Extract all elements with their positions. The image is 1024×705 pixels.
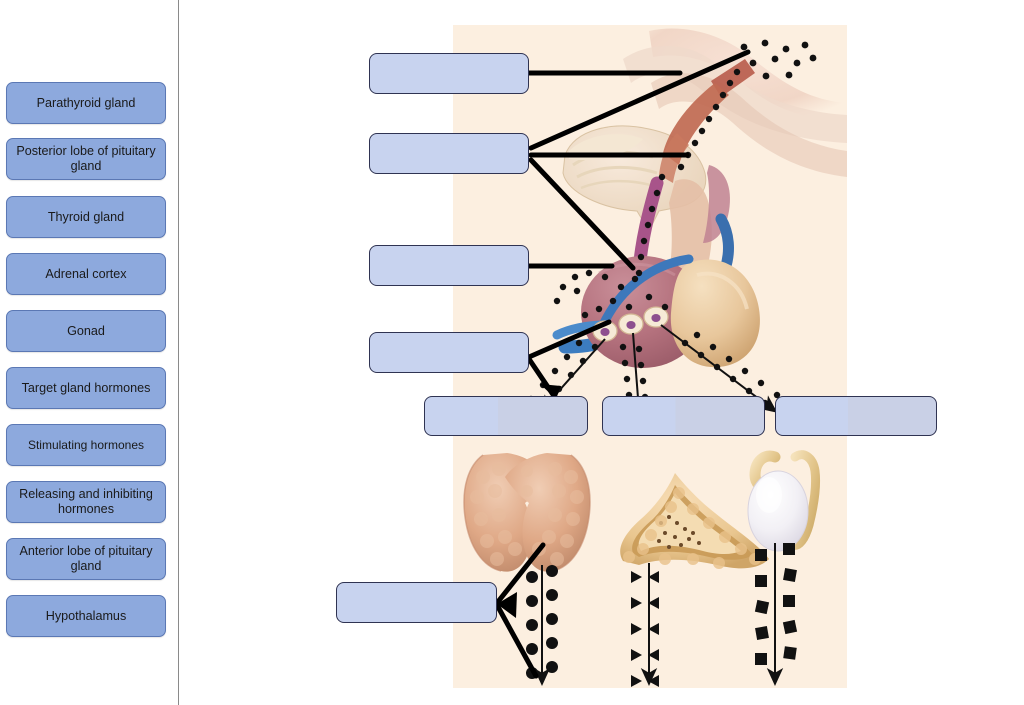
gonad-organ [747,450,820,552]
label-text: Adrenal cortex [45,266,127,281]
draggable-label-parathyroid-gland[interactable]: Parathyroid gland [6,82,166,124]
adrenal-hormone-markers [631,571,659,687]
draggable-label-thyroid-gland[interactable]: Thyroid gland [6,196,166,238]
drop-target-6[interactable] [602,396,765,436]
drop-target-7[interactable] [775,396,937,436]
label-text: Parathyroid gland [36,95,136,110]
drop-target-8[interactable] [336,582,497,623]
draggable-label-releasing-inhibiting-hormones[interactable]: Releasing and inhibiting hormones [6,481,166,523]
draggable-label-hypothalamus[interactable]: Hypothalamus [6,595,166,637]
sidebar-divider [178,0,179,705]
label-text: Gonad [67,323,105,338]
drop-target-2[interactable] [369,133,529,174]
exercise-root: Parathyroid gland Posterior lobe of pitu… [0,0,1024,705]
adrenal-cortex-organ [620,473,769,569]
drop-target-5[interactable] [424,396,588,436]
drop-target-1[interactable] [369,53,529,94]
label-text: Anterior lobe of pituitary gland [19,544,153,573]
label-text: Hypothalamus [45,608,127,623]
drop-target-3[interactable] [369,245,529,286]
label-text: Thyroid gland [47,209,125,224]
label-text: Stimulating hormones [27,437,145,452]
draggable-label-gonad[interactable]: Gonad [6,310,166,352]
drop-target-4[interactable] [369,332,529,373]
label-bank-sidebar: Parathyroid gland Posterior lobe of pitu… [0,0,178,705]
draggable-label-posterior-lobe-pituitary[interactable]: Posterior lobe of pituitary gland [6,138,166,180]
draggable-label-target-gland-hormones[interactable]: Target gland hormones [6,367,166,409]
draggable-label-anterior-lobe-pituitary[interactable]: Anterior lobe of pituitary gland [6,538,166,580]
label-text: Target gland hormones [21,380,151,395]
draggable-label-adrenal-cortex[interactable]: Adrenal cortex [6,253,166,295]
posterior-pituitary [670,259,760,368]
draggable-label-stimulating-hormones[interactable]: Stimulating hormones [6,424,166,466]
label-text: Releasing and inhibiting hormones [19,487,153,516]
thyroid-organ [463,453,591,572]
label-text: Posterior lobe of pituitary gland [16,144,156,173]
